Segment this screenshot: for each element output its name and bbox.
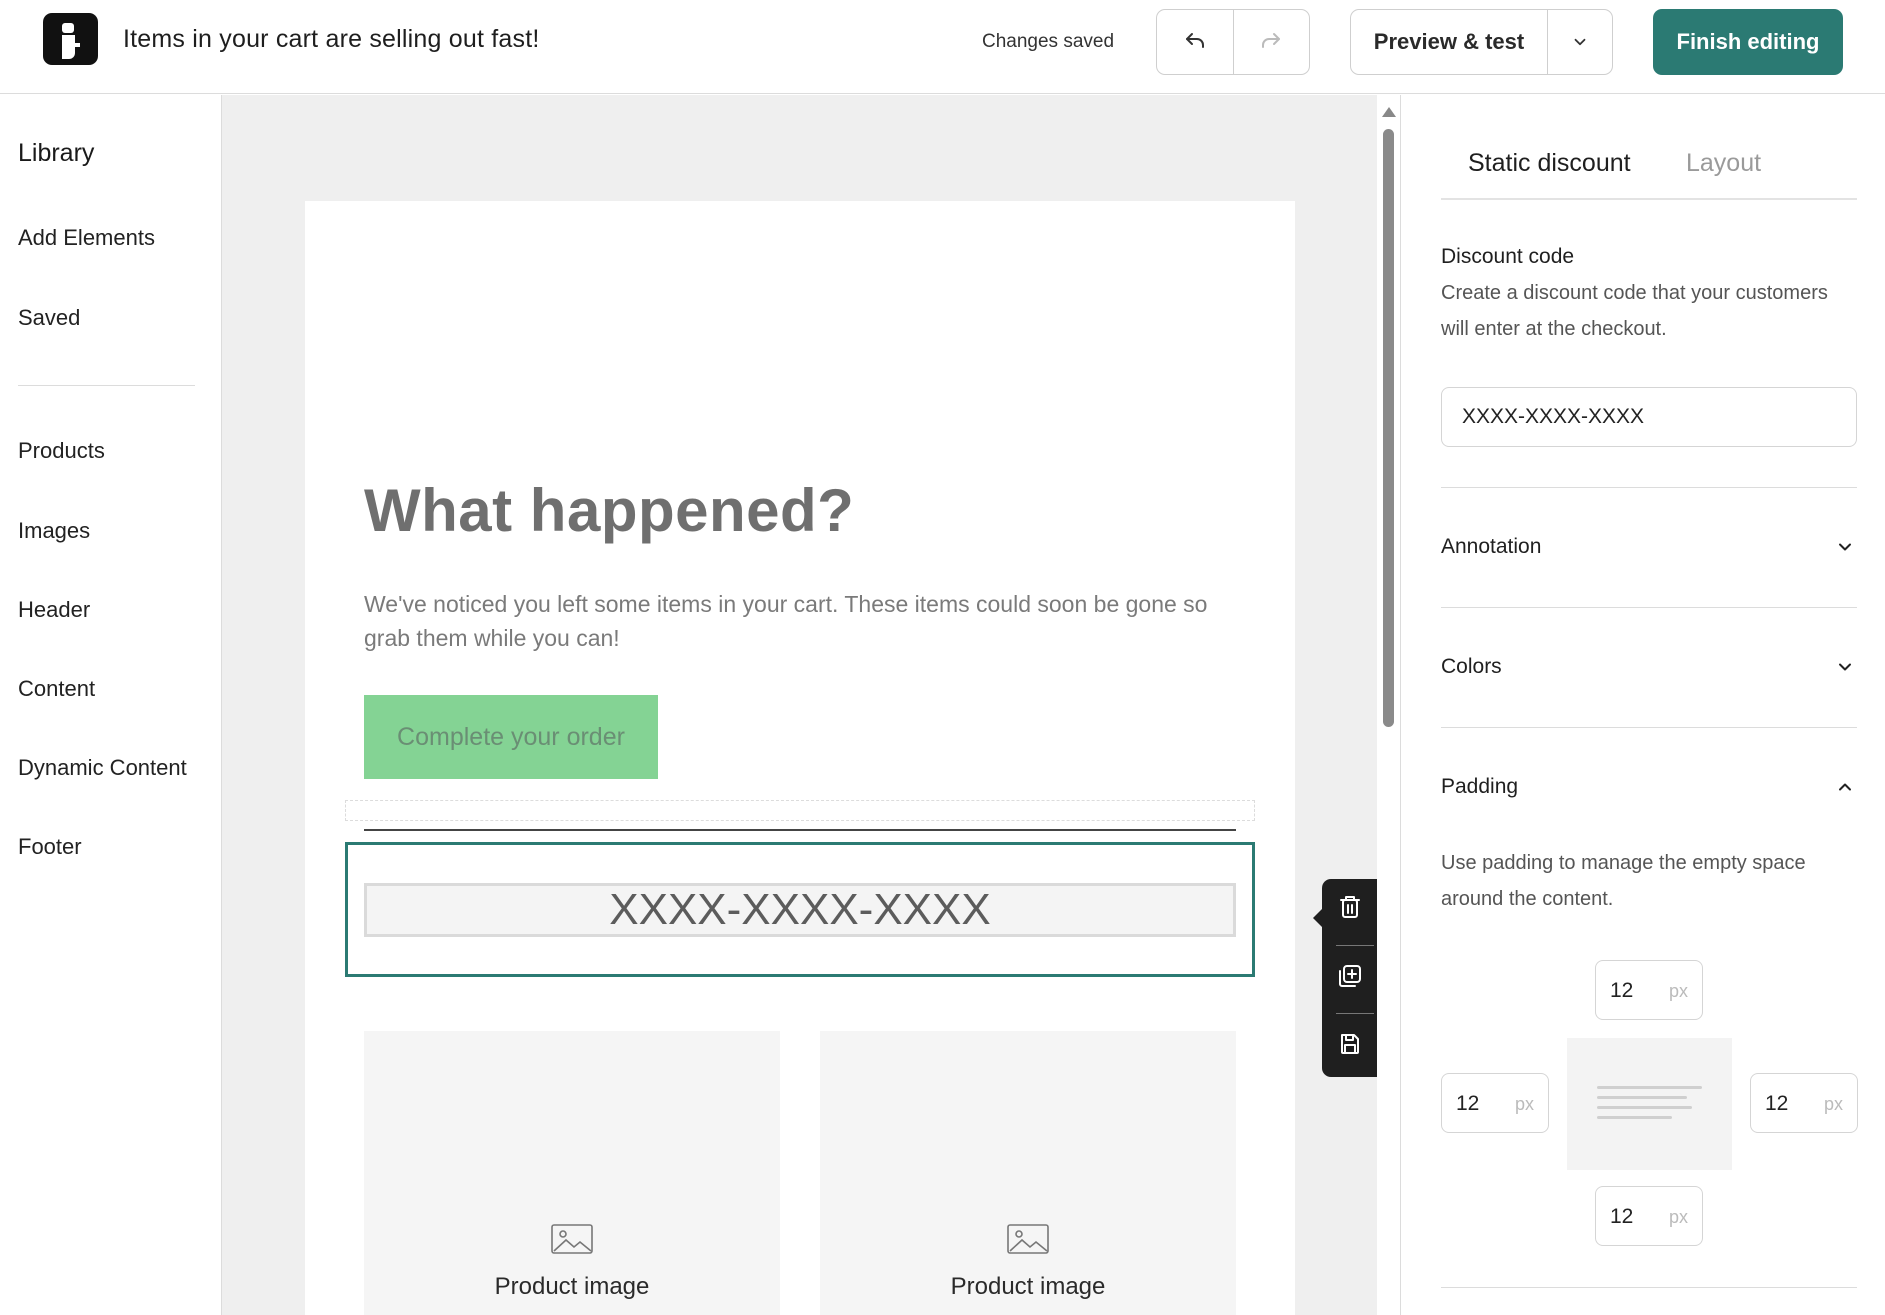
padding-label: Padding xyxy=(1441,775,1519,798)
chevron-down-icon xyxy=(1839,543,1851,551)
chevron-down-icon xyxy=(1574,38,1586,46)
panel-tabs: Static discount Layout xyxy=(1441,125,1857,200)
section-divider xyxy=(1441,727,1857,728)
toolbar-separator xyxy=(1336,1013,1374,1014)
library-title: Library xyxy=(18,139,95,167)
sidebar-item-products[interactable]: Products xyxy=(18,438,105,464)
product-card[interactable]: Product image xyxy=(364,1031,780,1315)
padding-top-unit: px xyxy=(1668,981,1688,1001)
padding-description: Use padding to manage the empty space ar… xyxy=(1441,852,1806,910)
padding-top-value: 12 xyxy=(1610,979,1634,1002)
sidebar-item-dynamic-content[interactable]: Dynamic Content xyxy=(18,755,187,781)
undo-button[interactable] xyxy=(1157,10,1233,74)
editor-canvas: What happened? We've noticed you left so… xyxy=(222,95,1377,1315)
sidebar-item-images[interactable]: Images xyxy=(18,518,90,544)
history-controls xyxy=(1156,9,1310,75)
block-toolbar xyxy=(1313,879,1378,1077)
complete-order-button[interactable]: Complete your order xyxy=(364,695,658,779)
email-headline[interactable]: What happened? xyxy=(364,476,854,545)
padding-bottom-value: 12 xyxy=(1610,1205,1634,1228)
library-sidebar: Library Add Elements Saved Products Imag… xyxy=(0,95,222,1315)
trash-icon xyxy=(1340,896,1360,918)
annotation-section-toggle[interactable]: Annotation xyxy=(1441,527,1857,567)
chevron-down-icon xyxy=(1839,663,1851,671)
logo-dot xyxy=(62,23,74,33)
preview-test-button[interactable]: Preview & test xyxy=(1351,10,1547,74)
sidebar-divider xyxy=(18,385,195,386)
divider-line[interactable] xyxy=(364,829,1236,831)
colors-section-toggle[interactable]: Colors xyxy=(1441,647,1857,687)
duplicate-block-button[interactable] xyxy=(1322,948,1378,1004)
logo-notch xyxy=(74,43,80,47)
email-preview: What happened? We've noticed you left so… xyxy=(305,201,1295,1315)
padding-preview xyxy=(1567,1038,1732,1170)
section-divider xyxy=(1441,607,1857,608)
preview-line xyxy=(1597,1096,1687,1099)
spacer-block[interactable] xyxy=(345,800,1255,821)
toolbar-separator xyxy=(1336,945,1374,946)
colors-label: Colors xyxy=(1441,655,1502,678)
undo-icon xyxy=(1185,33,1204,48)
image-placeholder-icon xyxy=(551,1224,593,1254)
app-logo[interactable] xyxy=(43,13,98,65)
canvas-scrollbar[interactable] xyxy=(1377,95,1399,1315)
scrollbar-thumb[interactable] xyxy=(1383,129,1394,727)
preview-controls: Preview & test xyxy=(1350,9,1613,75)
product-card[interactable]: Product image xyxy=(820,1031,1236,1315)
preview-line xyxy=(1597,1116,1672,1119)
product-image-label: Product image xyxy=(950,1273,1106,1300)
email-title[interactable]: Items in your cart are selling out fast! xyxy=(123,25,540,54)
email-paragraph[interactable]: We've noticed you left some items in you… xyxy=(364,587,1244,655)
sidebar-item-add-elements[interactable]: Add Elements xyxy=(18,225,155,251)
finish-editing-button[interactable]: Finish editing xyxy=(1653,9,1843,75)
sidebar-item-saved[interactable]: Saved xyxy=(18,305,80,331)
padding-left-value: 12 xyxy=(1456,1092,1480,1115)
redo-icon xyxy=(1262,33,1281,48)
padding-right-unit: px xyxy=(1823,1094,1843,1114)
tab-static-discount[interactable]: Static discount xyxy=(1468,149,1631,178)
padding-right-input[interactable]: 12 px xyxy=(1750,1073,1858,1133)
padding-bottom-unit: px xyxy=(1668,1207,1688,1227)
preview-dropdown-button[interactable] xyxy=(1547,10,1612,74)
save-status: Changes saved xyxy=(982,31,1115,52)
preview-line xyxy=(1597,1086,1702,1089)
delete-block-button[interactable] xyxy=(1322,879,1378,935)
scroll-up-arrow[interactable] xyxy=(1382,107,1396,117)
sidebar-item-footer[interactable]: Footer xyxy=(18,834,82,860)
sidebar-item-content[interactable]: Content xyxy=(18,676,95,702)
section-divider xyxy=(1441,1287,1857,1288)
save-block-button[interactable] xyxy=(1322,1016,1378,1072)
duplicate-icon xyxy=(1339,965,1361,987)
save-icon xyxy=(1341,1034,1359,1054)
discount-block-selected[interactable]: XXXX-XXXX-XXXX xyxy=(345,842,1255,977)
discount-code-description: Create a discount code that your custome… xyxy=(1441,282,1828,340)
tab-layout[interactable]: Layout xyxy=(1686,149,1761,178)
top-bar: Items in your cart are selling out fast!… xyxy=(0,0,1885,94)
discount-code-label: Discount code xyxy=(1441,245,1575,268)
properties-panel: Static discount Layout Discount code Cre… xyxy=(1400,95,1885,1315)
section-divider xyxy=(1441,487,1857,488)
padding-bottom-input[interactable]: 12 px xyxy=(1595,1186,1703,1246)
discount-code-display: XXXX-XXXX-XXXX xyxy=(364,883,1236,937)
annotation-label: Annotation xyxy=(1441,535,1542,558)
image-placeholder-icon xyxy=(1007,1224,1049,1254)
product-image-label: Product image xyxy=(494,1273,650,1300)
redo-button[interactable] xyxy=(1232,10,1310,74)
preview-line xyxy=(1597,1106,1692,1109)
padding-left-input[interactable]: 12 px xyxy=(1441,1073,1549,1133)
chevron-up-icon xyxy=(1839,783,1851,791)
padding-right-value: 12 xyxy=(1765,1092,1789,1115)
padding-top-input[interactable]: 12 px xyxy=(1595,960,1703,1020)
padding-left-unit: px xyxy=(1514,1094,1534,1114)
sidebar-item-header[interactable]: Header xyxy=(18,597,90,623)
logo-stem xyxy=(62,35,75,59)
discount-code-input[interactable]: XXXX-XXXX-XXXX xyxy=(1441,387,1857,447)
padding-section-toggle[interactable]: Padding xyxy=(1441,767,1857,807)
